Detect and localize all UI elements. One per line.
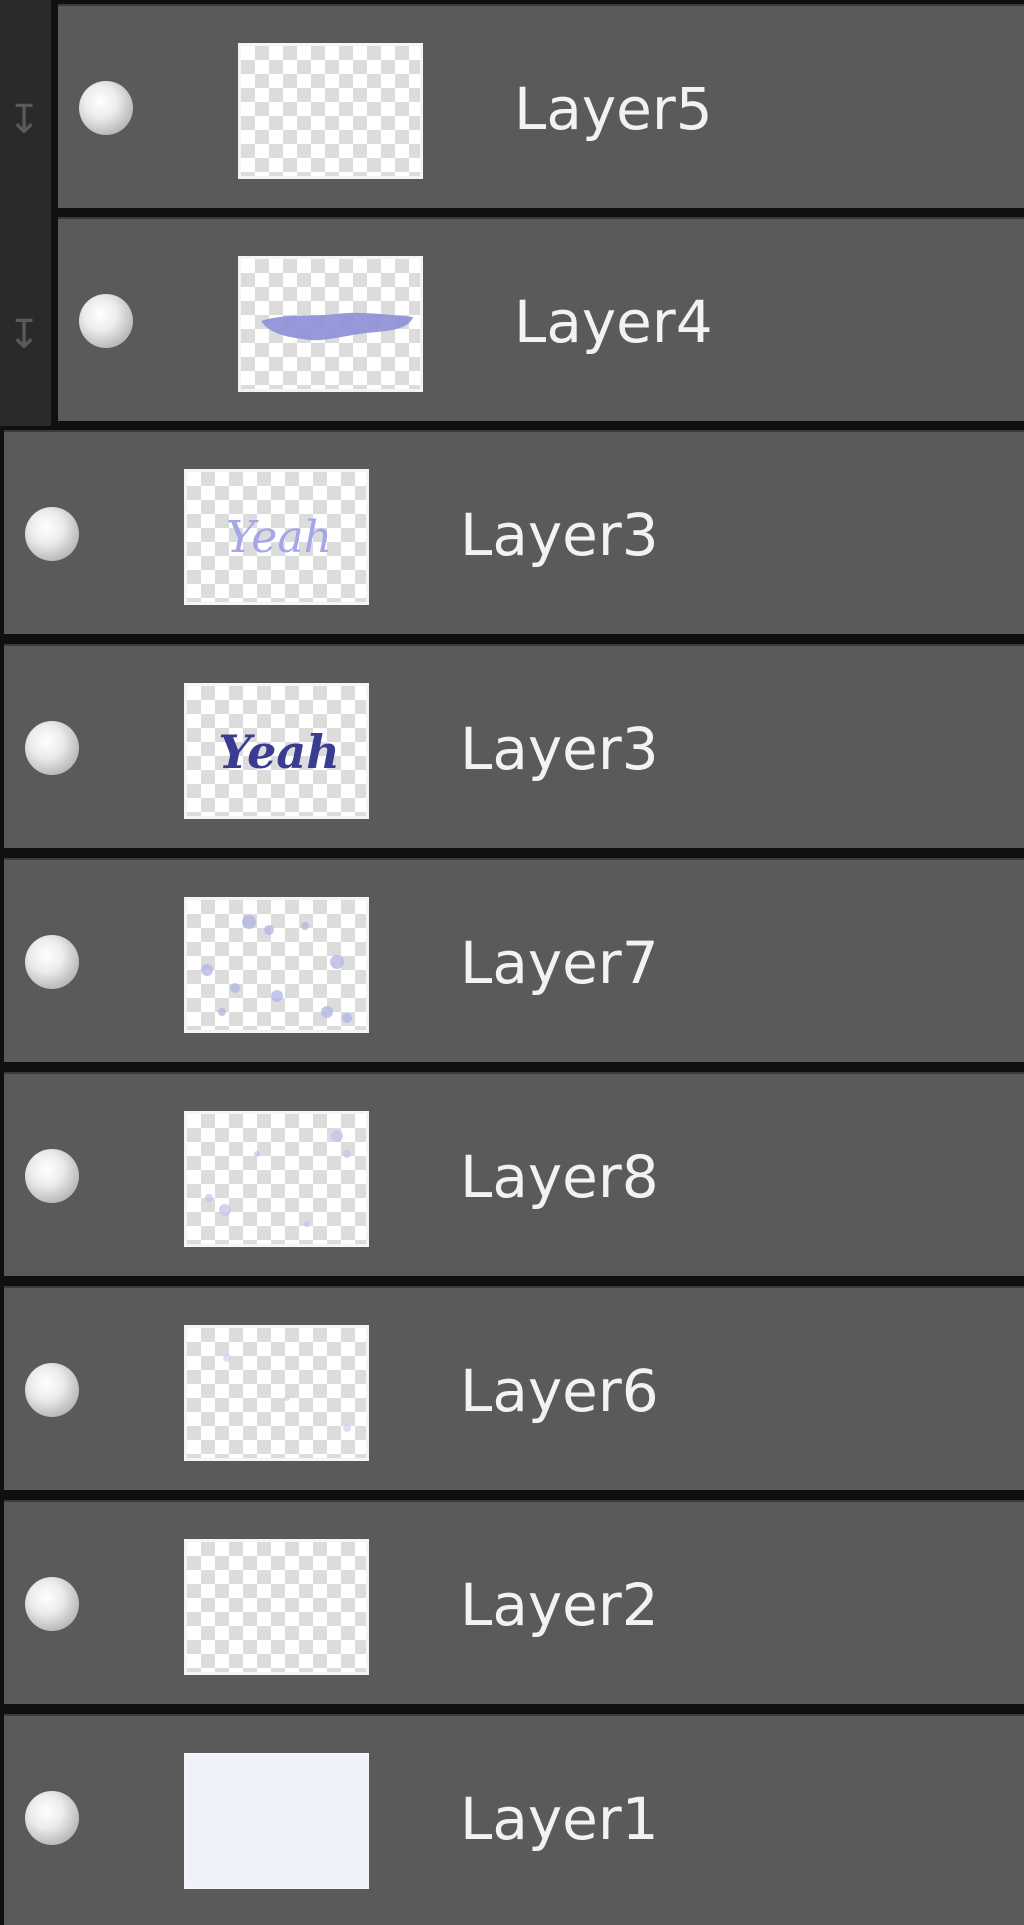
- layer-thumbnail: Yeah: [184, 683, 369, 819]
- scatter-thumbnail: [201, 915, 352, 1023]
- layer-row[interactable]: Yeah Layer3: [4, 430, 1024, 634]
- layer-thumbnail: [184, 1325, 369, 1461]
- clipping-group-strip: ↧ ↧: [0, 0, 51, 426]
- layer-name: Layer4: [514, 288, 713, 356]
- layer-row[interactable]: Layer8: [4, 1072, 1024, 1276]
- layer-row[interactable]: Layer2: [4, 1500, 1024, 1704]
- layer-row[interactable]: Yeah Layer3: [4, 644, 1024, 848]
- visibility-toggle-icon[interactable]: [25, 721, 79, 775]
- visibility-toggle-icon[interactable]: [25, 507, 79, 561]
- yeah-text-thumbnail: Yeah: [218, 725, 339, 779]
- layers-panel: ↧ ↧ Layer5 Layer4 Yeah Layer3 Yeah Layer…: [0, 0, 1024, 1925]
- layer-row[interactable]: Layer6: [4, 1286, 1024, 1490]
- visibility-toggle-icon[interactable]: [79, 294, 133, 348]
- layer-name: Layer5: [514, 75, 713, 143]
- layer-name: Layer8: [460, 1143, 659, 1211]
- layer-row[interactable]: Layer1: [4, 1714, 1024, 1925]
- visibility-toggle-icon[interactable]: [25, 1791, 79, 1845]
- clip-arrow-icon: ↧: [7, 97, 41, 143]
- yeah-text-thumbnail: Yeah: [226, 512, 332, 563]
- layer-name: Layer7: [460, 929, 659, 997]
- layer-row[interactable]: Layer4: [58, 217, 1024, 421]
- layer-name: Layer1: [460, 1785, 659, 1853]
- layer-thumbnail: [238, 43, 423, 179]
- layer-thumbnail: Yeah: [184, 469, 369, 605]
- clip-arrow-icon: ↧: [7, 312, 41, 358]
- svg-text:Yeah: Yeah: [218, 725, 339, 779]
- scatter-thumbnail: [205, 1130, 351, 1227]
- visibility-toggle-icon[interactable]: [25, 1363, 79, 1417]
- layer-name: Layer6: [460, 1357, 659, 1425]
- visibility-toggle-icon[interactable]: [25, 935, 79, 989]
- layer-name: Layer2: [460, 1571, 659, 1639]
- layer-thumbnail: [184, 1753, 369, 1889]
- layer-thumbnail: [184, 897, 369, 1033]
- brush-stroke-thumbnail: [261, 312, 413, 341]
- layer-thumbnail: [184, 1111, 369, 1247]
- layer-row[interactable]: Layer5: [58, 4, 1024, 208]
- layer-row[interactable]: Layer7: [4, 858, 1024, 1062]
- layer-name: Layer3: [460, 501, 659, 569]
- layer-thumbnail: [238, 256, 423, 392]
- layer-thumbnail: [184, 1539, 369, 1675]
- svg-text:Yeah: Yeah: [226, 512, 332, 563]
- visibility-toggle-icon[interactable]: [79, 81, 133, 135]
- faint-thumbnail: [223, 1354, 351, 1432]
- visibility-toggle-icon[interactable]: [25, 1577, 79, 1631]
- visibility-toggle-icon[interactable]: [25, 1149, 79, 1203]
- layer-name: Layer3: [460, 715, 659, 783]
